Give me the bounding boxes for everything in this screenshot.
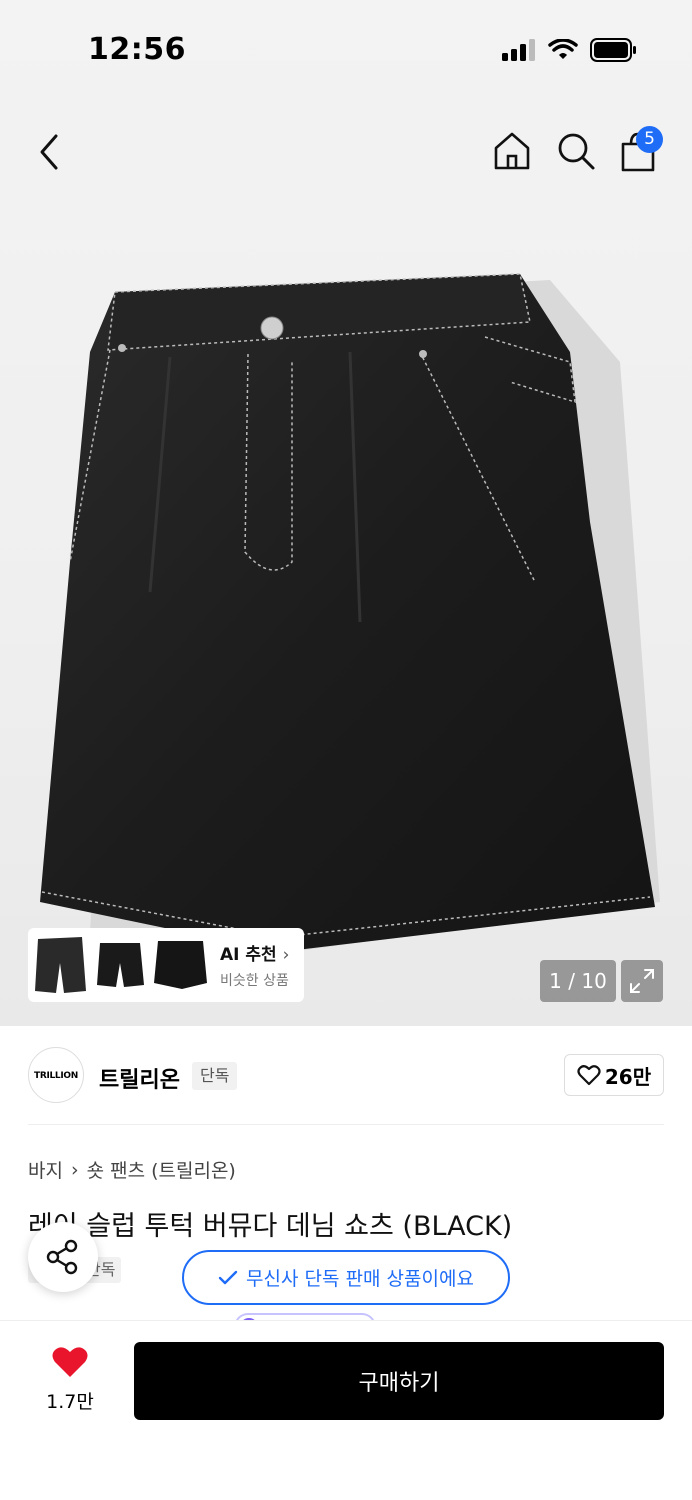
ai-thumbnail[interactable] bbox=[152, 933, 209, 997]
divider bbox=[28, 1124, 664, 1125]
ai-thumbnail[interactable] bbox=[92, 933, 149, 997]
bottom-bar: 1.7만 구매하기 bbox=[0, 1320, 692, 1500]
exclusive-notice-text: 무신사 단독 판매 상품이에요 bbox=[246, 1268, 474, 1290]
expand-icon bbox=[630, 969, 654, 993]
wish-button[interactable]: 1.7만 bbox=[30, 1345, 110, 1414]
brand-like-button[interactable]: 26만 bbox=[564, 1054, 664, 1096]
search-icon[interactable] bbox=[555, 130, 597, 172]
status-time: 12:56 bbox=[88, 32, 186, 67]
status-bar: 12:56 bbox=[0, 0, 692, 100]
ai-recommendation-card[interactable]: AI 추천 › 비슷한 상품 bbox=[28, 928, 304, 1002]
battery-icon bbox=[590, 38, 636, 62]
brand-name[interactable]: 트릴리온 bbox=[99, 1062, 180, 1094]
ai-subtitle: 비슷한 상품 bbox=[220, 973, 289, 989]
brand-row: TRILLION 트릴리온 단독 26만 bbox=[0, 1044, 692, 1108]
breadcrumb-item[interactable]: 바지 bbox=[28, 1156, 63, 1183]
back-arrow-icon[interactable] bbox=[34, 132, 66, 172]
heart-filled-icon bbox=[52, 1347, 88, 1377]
ai-thumbnail[interactable] bbox=[32, 933, 89, 997]
share-icon bbox=[46, 1239, 78, 1275]
chevron-right-icon: › bbox=[70, 1158, 79, 1181]
top-nav bbox=[0, 120, 692, 184]
cart-count-badge: 5 bbox=[636, 126, 663, 153]
buy-button[interactable]: 구매하기 bbox=[134, 1342, 664, 1420]
signal-icon bbox=[502, 39, 535, 61]
brand-like-count: 26만 bbox=[604, 1064, 652, 1089]
product-title: 레이 슬럽 투턱 버뮤다 데님 쇼츠 (BLACK) bbox=[28, 1211, 513, 1242]
exclusive-badge: 단독 bbox=[192, 1062, 238, 1090]
ai-title: AI 추천 bbox=[220, 945, 277, 965]
check-icon bbox=[218, 1270, 238, 1284]
brand-logo[interactable]: TRILLION bbox=[28, 1047, 84, 1103]
product-image bbox=[40, 273, 660, 952]
wifi-icon bbox=[548, 39, 578, 59]
share-button[interactable] bbox=[28, 1222, 98, 1292]
expand-button[interactable] bbox=[621, 960, 663, 1002]
breadcrumb-item[interactable]: 숏 팬츠 (트릴리온) bbox=[87, 1156, 236, 1183]
breadcrumb: 바지 › 숏 팬츠 (트릴리온) bbox=[28, 1156, 236, 1183]
image-pager: 1 / 10 bbox=[540, 960, 616, 1002]
exclusive-notice-pill[interactable]: 무신사 단독 판매 상품이에요 bbox=[182, 1250, 510, 1305]
chevron-right-icon: › bbox=[282, 945, 290, 965]
heart-outline-icon bbox=[577, 1065, 601, 1086]
wish-count: 1.7만 bbox=[46, 1391, 94, 1413]
home-icon[interactable] bbox=[492, 130, 532, 172]
